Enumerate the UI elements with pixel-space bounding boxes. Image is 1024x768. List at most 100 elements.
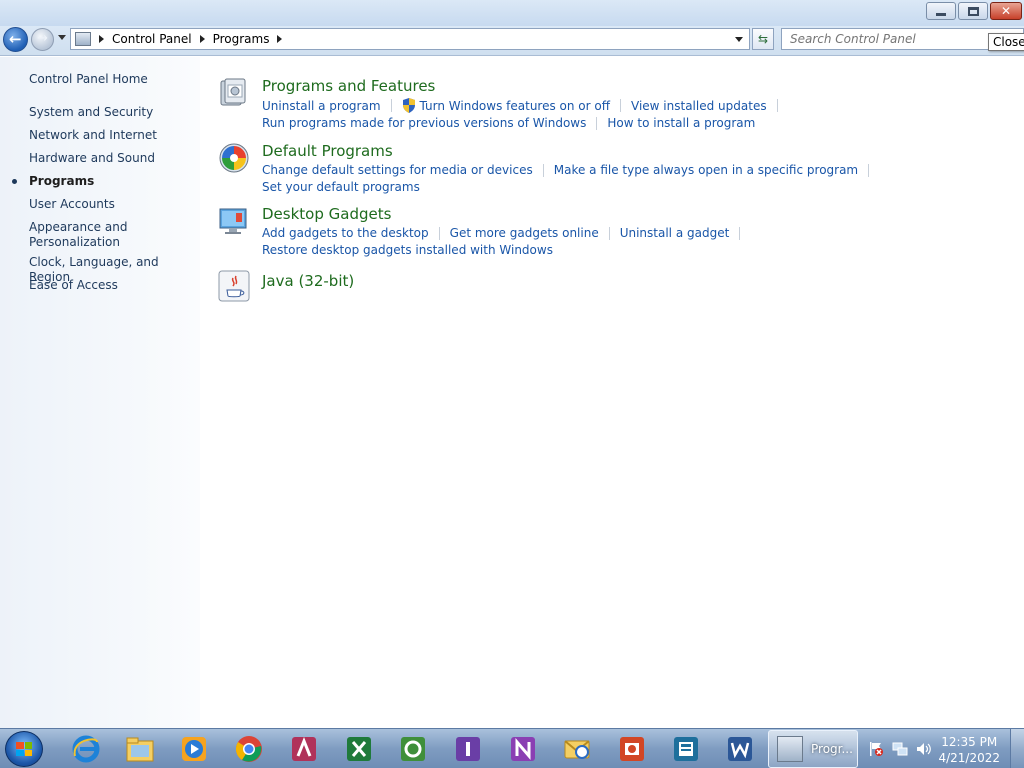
programs-features-links-row-1: Uninstall a program Turn Windows feature… — [262, 98, 788, 113]
sidebar-item-hardware-sound[interactable]: Hardware and Sound — [29, 151, 194, 166]
excel-icon[interactable] — [343, 733, 375, 765]
taskbar: Progr... 12:35 PM 4/21/2022 — [0, 728, 1024, 768]
sharepoint-workspace-icon[interactable] — [397, 733, 429, 765]
navigation-bar: ← → Control Panel Programs ⇆ — [0, 26, 1024, 56]
default-programs-icon[interactable] — [218, 142, 250, 174]
clock[interactable]: 12:35 PM 4/21/2022 — [938, 734, 1000, 766]
link-divider — [620, 99, 622, 112]
default-programs-links-row-2: Set your default programs — [262, 180, 420, 194]
taskbar-item-control-panel[interactable]: Progr... — [768, 730, 858, 768]
sidebar-item-ease-of-access[interactable]: Ease of Access — [29, 278, 194, 293]
restore-gadgets-link[interactable]: Restore desktop gadgets installed with W… — [262, 243, 553, 257]
set-default-programs-link[interactable]: Set your default programs — [262, 180, 420, 194]
link-divider — [542, 163, 544, 177]
close-icon: ✕ — [1000, 4, 1012, 18]
link-divider — [608, 226, 610, 240]
windows-explorer-icon[interactable] — [124, 733, 156, 765]
refresh-icon: ⇆ — [757, 32, 769, 46]
view-installed-updates-link[interactable]: View installed updates — [631, 99, 767, 113]
maximize-button[interactable] — [958, 2, 988, 20]
network-icon[interactable] — [892, 741, 908, 757]
link-divider — [390, 99, 392, 112]
link-divider — [438, 226, 440, 240]
action-center-flag-icon[interactable] — [868, 741, 884, 757]
address-bar[interactable]: Control Panel Programs — [70, 28, 750, 50]
turn-windows-features-link[interactable]: Turn Windows features on or off — [420, 99, 611, 113]
sidebar-item-programs: Programs — [29, 174, 95, 188]
breadcrumb-programs[interactable]: Programs — [213, 32, 270, 46]
uninstall-program-link[interactable]: Uninstall a program — [262, 99, 381, 113]
change-default-media-settings-link[interactable]: Change default settings for media or dev… — [262, 163, 533, 177]
system-tray: 12:35 PM 4/21/2022 — [862, 729, 1024, 768]
java-title[interactable]: Java (32-bit) — [262, 272, 354, 290]
search-input[interactable] — [782, 29, 982, 49]
powerpoint-icon[interactable] — [616, 733, 648, 765]
windows-logo-icon — [16, 742, 32, 756]
window-controls: ✕ — [924, 2, 1022, 20]
desktop-gadgets-links-row-1: Add gadgets to the desktop Get more gadg… — [262, 226, 750, 240]
sidebar-item-control-panel-home[interactable]: Control Panel Home — [29, 72, 194, 87]
recent-pages-dropdown[interactable] — [58, 35, 66, 40]
word-icon[interactable] — [724, 733, 756, 765]
sidebar-item-user-accounts[interactable]: User Accounts — [29, 197, 194, 212]
link-divider — [596, 116, 598, 130]
link-divider — [776, 99, 778, 112]
breadcrumb-control-panel[interactable]: Control Panel — [112, 32, 192, 46]
back-arrow-icon: ← — [9, 30, 22, 48]
refresh-button[interactable]: ⇆ — [752, 28, 774, 50]
how-to-install-link[interactable]: How to install a program — [607, 116, 755, 130]
chrome-icon[interactable] — [233, 733, 265, 765]
access-icon[interactable] — [288, 733, 320, 765]
restore-icon — [967, 6, 979, 16]
link-divider — [868, 163, 870, 177]
forward-button[interactable]: → — [31, 28, 54, 51]
java-icon[interactable] — [218, 270, 250, 302]
minimize-icon — [936, 12, 946, 16]
control-panel-icon — [75, 32, 91, 46]
uac-shield-icon — [402, 98, 415, 113]
link-divider — [739, 226, 741, 240]
clock-date: 4/21/2022 — [938, 751, 1000, 765]
file-type-always-open-link[interactable]: Make a file type always open in a specif… — [554, 163, 858, 177]
get-more-gadgets-link[interactable]: Get more gadgets online — [450, 226, 599, 240]
default-programs-links-row-1: Change default settings for media or dev… — [262, 163, 879, 177]
sidebar-item-network-internet[interactable]: Network and Internet — [29, 128, 194, 143]
taskbar-item-label: Progr... — [811, 742, 853, 756]
desktop-gadgets-links-row-2: Restore desktop gadgets installed with W… — [262, 243, 553, 257]
programs-features-links-row-2: Run programs made for previous versions … — [262, 116, 755, 130]
publisher-icon[interactable] — [670, 733, 702, 765]
programs-features-title[interactable]: Programs and Features — [262, 77, 435, 95]
main-content: Programs and Features Uninstall a progra… — [200, 57, 1024, 728]
volume-icon[interactable] — [916, 741, 932, 757]
breadcrumb-separator-icon[interactable] — [277, 35, 283, 43]
add-gadgets-link[interactable]: Add gadgets to the desktop — [262, 226, 429, 240]
programs-window-icon — [777, 736, 803, 762]
uninstall-gadget-link[interactable]: Uninstall a gadget — [620, 226, 730, 240]
infopath-icon[interactable] — [452, 733, 484, 765]
sidebar: Control Panel Home System and Security N… — [0, 57, 200, 728]
breadcrumb-separator-icon[interactable] — [199, 35, 205, 43]
desktop-gadgets-title[interactable]: Desktop Gadgets — [262, 205, 391, 223]
close-tooltip: Close — [988, 33, 1024, 51]
forward-arrow-icon: → — [37, 31, 48, 46]
default-programs-title[interactable]: Default Programs — [262, 142, 393, 160]
onenote-icon[interactable] — [507, 733, 539, 765]
run-previous-versions-link[interactable]: Run programs made for previous versions … — [262, 116, 586, 130]
sidebar-item-system-security[interactable]: System and Security — [29, 105, 194, 120]
desktop-gadgets-icon[interactable] — [218, 205, 250, 237]
back-button[interactable]: ← — [3, 27, 28, 52]
outlook-icon[interactable] — [561, 733, 593, 765]
breadcrumb-separator-icon[interactable] — [99, 35, 104, 43]
minimize-button[interactable] — [926, 2, 956, 20]
sidebar-item-appearance[interactable]: Appearance and Personalization — [29, 220, 139, 250]
title-bar: ✕ — [0, 0, 1024, 26]
show-desktop-button[interactable] — [1010, 729, 1024, 768]
address-history-dropdown[interactable] — [735, 37, 743, 42]
active-bullet-icon — [12, 179, 17, 184]
start-button[interactable] — [5, 731, 43, 767]
clock-time: 12:35 PM — [941, 735, 998, 749]
programs-features-icon[interactable] — [218, 77, 250, 109]
media-player-icon[interactable] — [178, 733, 210, 765]
close-button[interactable]: ✕ — [990, 2, 1022, 20]
internet-explorer-icon[interactable] — [70, 733, 102, 765]
